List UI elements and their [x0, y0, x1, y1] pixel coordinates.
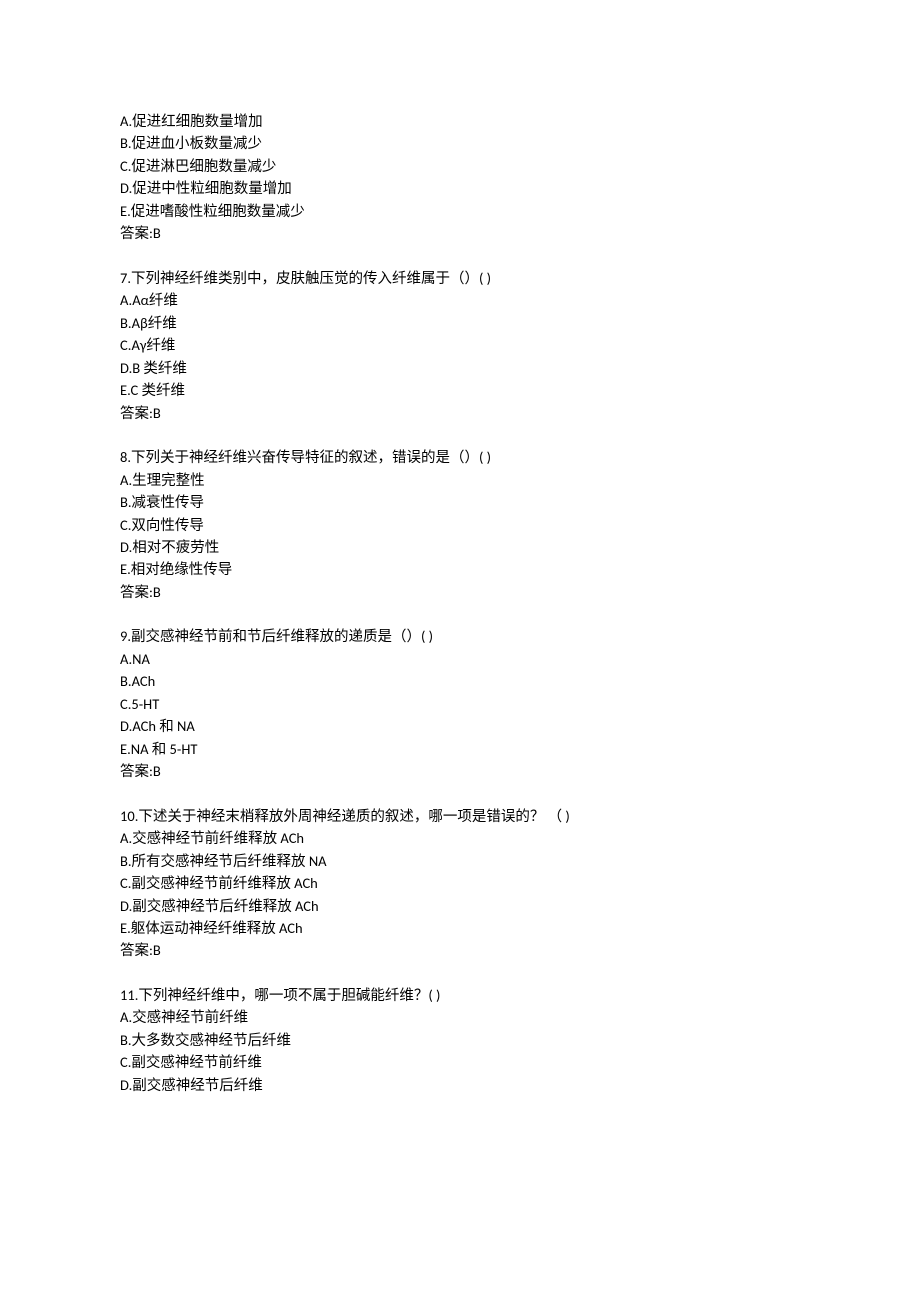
question-option: D.副交感神经节后纤维	[120, 1074, 800, 1096]
question-option: E.NA 和 5-HT	[120, 738, 800, 760]
question-block: 9.副交感神经节前和节后纤维释放的递质是（）( ) A.NA B.ACh C.5…	[120, 625, 800, 782]
document-page: A.促进红细胞数量增加 B.促进血小板数量减少 C.促进淋巴细胞数量减少 D.促…	[0, 0, 920, 1302]
question-option: B.减衰性传导	[120, 491, 800, 513]
question-block: 7.下列神经纤维类别中，皮肤触压觉的传入纤维属于（）( ) A.Aα纤维 B.A…	[120, 267, 800, 424]
question-option: A.交感神经节前纤维释放 ACh	[120, 827, 800, 849]
question-block: A.促进红细胞数量增加 B.促进血小板数量减少 C.促进淋巴细胞数量减少 D.促…	[120, 110, 800, 245]
question-stem: 8.下列关于神经纤维兴奋传导特征的叙述，错误的是（）( )	[120, 446, 800, 468]
question-option: E.C 类纤维	[120, 379, 800, 401]
question-option: B.所有交感神经节后纤维释放 NA	[120, 850, 800, 872]
question-option: D.相对不疲劳性	[120, 536, 800, 558]
question-option: C.副交感神经节前纤维	[120, 1051, 800, 1073]
question-option: B.Aβ纤维	[120, 312, 800, 334]
question-option: A.生理完整性	[120, 469, 800, 491]
question-stem: 9.副交感神经节前和节后纤维释放的递质是（）( )	[120, 625, 800, 647]
question-option: B.促进血小板数量减少	[120, 132, 800, 154]
question-block: 8.下列关于神经纤维兴奋传导特征的叙述，错误的是（）( ) A.生理完整性 B.…	[120, 446, 800, 603]
question-answer: 答案:B	[120, 402, 800, 424]
question-answer: 答案:B	[120, 222, 800, 244]
question-option: B.ACh	[120, 670, 800, 692]
question-stem: 11.下列神经纤维中，哪一项不属于胆碱能纤维？( )	[120, 984, 800, 1006]
question-option: E.相对绝缘性传导	[120, 558, 800, 580]
question-option: E.促进嗜酸性粒细胞数量减少	[120, 200, 800, 222]
question-option: C.5-HT	[120, 693, 800, 715]
question-option: B.大多数交感神经节后纤维	[120, 1029, 800, 1051]
question-option: C.促进淋巴细胞数量减少	[120, 155, 800, 177]
question-answer: 答案:B	[120, 939, 800, 961]
question-stem: 10.下述关于神经末梢释放外周神经递质的叙述，哪一项是错误的？ （ )	[120, 805, 800, 827]
question-option: D.促进中性粒细胞数量增加	[120, 177, 800, 199]
question-block: 11.下列神经纤维中，哪一项不属于胆碱能纤维？( ) A.交感神经节前纤维 B.…	[120, 984, 800, 1096]
question-block: 10.下述关于神经末梢释放外周神经递质的叙述，哪一项是错误的？ （ ) A.交感…	[120, 805, 800, 962]
question-option: E.躯体运动神经纤维释放 ACh	[120, 917, 800, 939]
question-option: C.Aγ纤维	[120, 334, 800, 356]
question-option: A.Aα纤维	[120, 289, 800, 311]
question-stem: 7.下列神经纤维类别中，皮肤触压觉的传入纤维属于（）( )	[120, 267, 800, 289]
question-option: A.NA	[120, 648, 800, 670]
question-answer: 答案:B	[120, 581, 800, 603]
question-answer: 答案:B	[120, 760, 800, 782]
question-option: A.交感神经节前纤维	[120, 1006, 800, 1028]
question-option: D.ACh 和 NA	[120, 715, 800, 737]
question-option: C.副交感神经节前纤维释放 ACh	[120, 872, 800, 894]
question-option: A.促进红细胞数量增加	[120, 110, 800, 132]
question-option: C.双向性传导	[120, 514, 800, 536]
question-option: D.副交感神经节后纤维释放 ACh	[120, 895, 800, 917]
question-option: D.B 类纤维	[120, 357, 800, 379]
